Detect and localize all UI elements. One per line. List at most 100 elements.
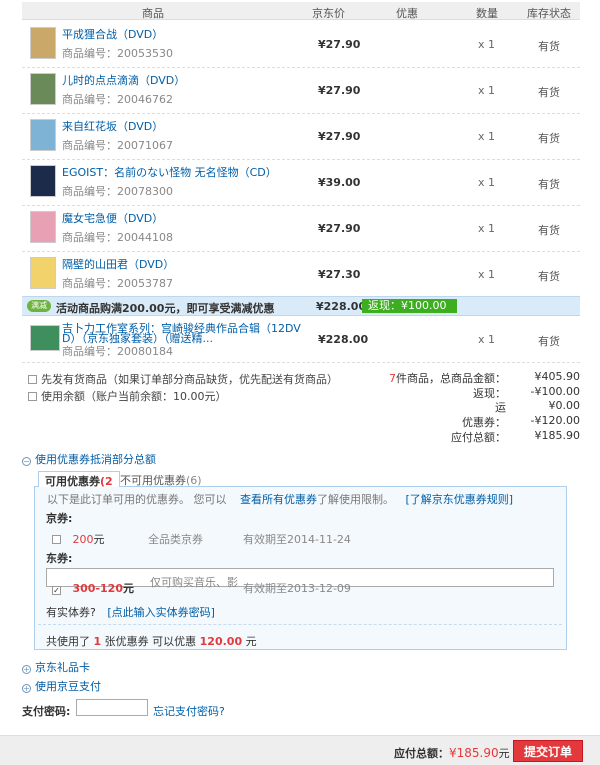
product-thumbnail[interactable]	[30, 165, 56, 197]
view-all-coupons-link[interactable]: 查看所有优惠券	[240, 493, 317, 506]
submit-order-button[interactable]: 提交订单	[513, 740, 583, 762]
product-thumbnail[interactable]	[30, 211, 56, 243]
coupon-section-toggle[interactable]: − 使用优惠券抵消部分总额	[22, 451, 156, 467]
product-thumbnail[interactable]	[30, 119, 56, 151]
tab-available-label: 可用优惠券	[45, 475, 100, 488]
physical-coupon-question: 有实体券?	[46, 606, 96, 619]
product-row: EGOIST：名前のない怪物 无名怪物（CD） 商品编号：20078300 ¥39.…	[22, 160, 580, 206]
usage-amount: 120.00	[199, 635, 243, 648]
gift-card-label: 京东礼品卡	[35, 661, 90, 674]
promo-tag: 满减	[27, 300, 51, 312]
usage-prefix: 共使用了	[46, 635, 90, 648]
product-name[interactable]: 平成狸合战（DVD）	[62, 26, 163, 42]
dong-coupon-expiry: 有效期至2013-12-09	[243, 582, 351, 595]
footer-payable-amount: ¥185.90	[449, 746, 499, 760]
product-price: ¥27.90	[318, 130, 361, 143]
dong-coupon-checkbox[interactable]: ✓	[52, 586, 61, 595]
product-row: 隔壁的山田君（DVD） 商品编号：20053787 ¥27.30 x 1 有货	[22, 252, 580, 298]
thumb-fill	[31, 166, 55, 196]
promo-text: 活动商品购满200.00元，即可享受满减优惠	[56, 302, 275, 315]
summary-count: 7件商品，总商品金额：	[366, 370, 506, 386]
product-row: 平成狸合战（DVD） 商品编号：20053530 ¥27.90 x 1 有货	[22, 22, 580, 68]
jd-beans-toggle[interactable]: + 使用京豆支付	[22, 678, 101, 694]
pay-password-label: 支付密码:	[22, 705, 71, 718]
product-qty: x 1	[478, 268, 496, 281]
tab-unavailable-count: (6)	[186, 474, 202, 487]
product-code: 商品编号：20071067	[62, 139, 173, 152]
product-stock: 有货	[538, 40, 560, 53]
coupon-intro-text: 以下是此订单可用的优惠券。 您可以	[47, 493, 227, 506]
product-code: 商品编号：20053787	[62, 277, 173, 290]
summary-shipping: ¥0.00	[548, 399, 581, 412]
pay-password-input[interactable]	[76, 699, 148, 716]
product-name[interactable]: EGOIST：名前のない怪物 无名怪物（CD）	[62, 164, 277, 180]
ship-first-checkbox[interactable]	[28, 375, 37, 384]
tab-available-coupons[interactable]: 可用优惠券(2	[38, 471, 120, 488]
product-price: ¥39.00	[318, 176, 361, 189]
plus-icon: +	[22, 665, 31, 674]
product-name[interactable]: 儿时的点点滴滴（DVD）	[62, 72, 185, 88]
product-name[interactable]: 隔壁的山田君（DVD）	[62, 256, 174, 272]
product-thumbnail[interactable]	[30, 27, 56, 59]
forgot-password-link[interactable]: 忘记支付密码?	[153, 703, 225, 719]
coupon-section-title: 使用优惠券抵消部分总额	[35, 453, 156, 466]
product-name[interactable]: 魔女宅急便（DVD）	[62, 210, 163, 226]
summary-count-text: 件商品，总商品金额：	[396, 372, 506, 385]
use-balance-checkbox[interactable]	[28, 392, 37, 401]
use-balance-label: 使用余额（账户当前余额：10.00元）	[41, 390, 227, 403]
dong-coupon-value: 300-120	[72, 582, 124, 595]
plus-icon: +	[22, 684, 31, 693]
coupon-rules-link[interactable]: [了解京东优惠券规则]	[406, 493, 514, 506]
col-stock: 库存状态	[527, 7, 571, 20]
summary-count-number: 7	[389, 372, 396, 385]
product-qty: x 1	[478, 84, 496, 97]
product-price: ¥27.90	[318, 222, 361, 235]
col-qty: 数量	[476, 7, 498, 20]
thumb-fill	[31, 28, 55, 58]
product-qty: x 1	[478, 222, 496, 235]
product-thumbnail[interactable]	[30, 73, 56, 105]
minus-icon: −	[22, 457, 31, 466]
product-row: 儿时的点点滴滴（DVD） 商品编号：20046762 ¥27.90 x 1 有货	[22, 68, 580, 114]
product-thumbnail[interactable]	[30, 257, 56, 289]
order-footer	[0, 735, 600, 765]
ship-first-option[interactable]: 先发有货商品（如果订单部分商品缺货，优先配送有货商品）	[28, 371, 338, 387]
product-name[interactable]: 来自红花坂（DVD）	[62, 118, 163, 134]
product-price: ¥27.90	[318, 38, 361, 51]
usage-unit: 元	[245, 635, 257, 648]
footer-payable-label: 应付总额：	[394, 747, 449, 760]
tab-unavailable-coupons[interactable]: 不可用优惠券(6)	[114, 471, 208, 487]
thumb-fill	[31, 326, 59, 350]
summary-rebate: -¥100.00	[530, 385, 580, 398]
thumb-fill	[31, 258, 55, 288]
product-price: ¥27.30	[318, 268, 361, 281]
jing-coupon-unit: 元	[93, 533, 105, 546]
bundle-row: 吉卜力工作室系列：宫崎骏经典作品合辑（12DV D）（京东独家套装）（赠送精..…	[22, 317, 580, 363]
table-header: 商品 京东价 优惠 数量 库存状态	[22, 2, 580, 20]
summary-shipping-label: 运	[495, 401, 506, 414]
coupon-usage-summary: 共使用了 1 张优惠券 可以优惠 120.00 元	[46, 633, 257, 649]
product-thumbnail[interactable]	[30, 325, 60, 351]
gift-card-toggle[interactable]: + 京东礼品卡	[22, 659, 90, 675]
product-stock: 有货	[538, 335, 560, 348]
thumb-fill	[31, 120, 55, 150]
thumb-fill	[31, 212, 55, 242]
product-qty: x 1	[478, 333, 496, 346]
dong-coupon-unit: 元	[123, 582, 134, 595]
product-code: 商品编号：20080184	[62, 345, 173, 358]
use-balance-option[interactable]: 使用余额（账户当前余额：10.00元）	[28, 388, 227, 404]
jing-coupon-row[interactable]: 200元	[52, 531, 105, 547]
jing-coupon-checkbox[interactable]	[52, 535, 61, 544]
physical-coupon-link[interactable]: [点此输入实体券密码]	[107, 606, 215, 619]
physical-coupon-row: 有实体券? [点此输入实体券密码]	[46, 604, 215, 620]
promo-rebate: 返现：¥100.00	[362, 299, 457, 313]
footer-payable-unit: 元	[498, 747, 510, 760]
promo-row: 满减 活动商品购满200.00元，即可享受满减优惠 ¥228.00 返现：¥10…	[22, 296, 580, 316]
coupon-intro-tail: 了解使用限制。	[317, 493, 394, 506]
product-code: 商品编号：20046762	[62, 93, 173, 106]
dong-coupon-row[interactable]: ✓ 300-120元	[52, 580, 134, 596]
summary-coupon-label: 优惠券：	[462, 416, 506, 429]
footer-payable: 应付总额：¥185.90元	[394, 745, 510, 761]
product-code: 商品编号：20053530	[62, 47, 173, 60]
product-price: ¥27.90	[318, 84, 361, 97]
